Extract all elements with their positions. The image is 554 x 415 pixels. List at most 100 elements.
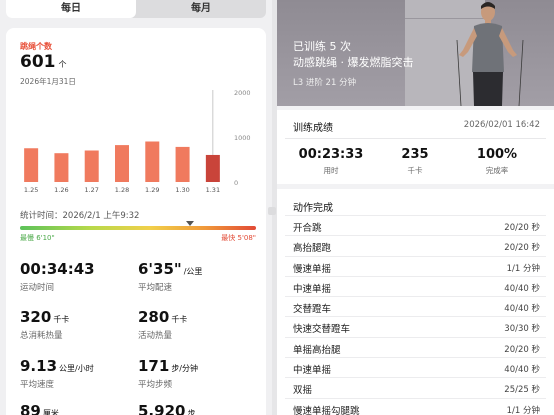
list-item: 中速单摇 40/40 秒 [285,357,546,377]
stats-card: 跳绳个数 601 个 2026年1月31日 2000 1000 0 1.25 1.26 1.… [6,28,266,415]
course-hero-banner[interactable]: 已训练 5 次 动感跳绳 · 爆发燃脂突击 L3 进阶 21 分钟 [277,0,554,106]
x-tick-label: 1.29 [145,186,159,194]
result-datetime: 2026/02/01 16:42 [463,120,540,130]
result-value: 00:23:33 [298,147,364,162]
action-count: 20/20 秒 [504,223,540,233]
x-tick-label: 1.31 [206,186,220,194]
metric-label: 平均配速 [138,283,173,293]
list-item: 中速单摇 40/40 秒 [285,275,546,296]
training-count: 已训练 5 次 [293,40,351,53]
metric-active-calories: 280 千卡 活动热量 [138,308,258,341]
action-count: 40/40 秒 [504,365,540,376]
metric-avg-speed: 9.13 公里/小时 平均速度 [20,357,140,390]
chart-bar-1.27[interactable] [84,150,99,183]
course-meta: L3 进阶 21 分钟 [293,78,357,88]
metric-total-calories: 320 千卡 总消耗热量 [20,308,140,341]
result-value: 100% [476,147,518,162]
action-count: 40/40 秒 [504,304,540,315]
metric-value: 5,920 [138,402,186,415]
result-label: 千卡 [407,166,423,175]
gauge-fastest-label: 最快 5'08" [221,234,256,242]
result-label: 完成率 [485,166,509,175]
action-name: 慢速单摇勾腿跳 [293,405,360,415]
list-item: 开合跳 20/20 秒 [285,215,546,235]
metric-unit: 厘米 [42,409,59,415]
action-name: 快速交替蹬车 [293,324,351,336]
metric-value: 280 [138,308,170,326]
metric-value: 6'35" [138,260,182,278]
chart-bar-1.26[interactable] [54,153,69,182]
action-completion-card: 动作完成 开合跳 20/20 秒 高抬腿跑 20/20 秒 慢速单摇 1/1 分钟 中… [277,189,554,415]
metric-unit: /公里 [183,267,203,276]
action-name: 交替蹬车 [293,304,332,316]
action-name: 中速单摇 [293,365,332,377]
metric-value: 89 [20,402,41,415]
action-name: 中速单摇 [293,283,332,295]
y-tick-label: 0 [234,179,238,187]
action-name: 双摇 [293,385,313,397]
result-completion: 100% 完成率 [457,147,537,176]
action-name: 慢速单摇 [293,263,332,275]
action-count: 20/20 秒 [504,243,540,254]
training-result-card: 训练成绩 2026/02/01 16:42 00:23:33 用时 235 千卡… [277,110,554,184]
chart-bar-1.30[interactable] [175,146,190,182]
metric-unit: 千卡 [53,315,70,324]
jump-count-value: 601 [20,52,56,72]
metric-value: 00:34:43 [20,260,95,278]
scroll-handle[interactable] [268,207,276,215]
section-title: 跳绳个数 [20,42,52,51]
chart-bar-1.31[interactable] [205,154,220,182]
action-name: 单摇高抬腿 [293,344,341,356]
action-count: 1/1 分钟 [506,405,540,415]
list-item: 快速交替蹬车 30/30 秒 [285,316,546,336]
chart-bar-1.29[interactable] [145,141,160,183]
chart-bar-1.28[interactable] [115,145,129,182]
y-tick-label: 2000 [234,89,251,97]
action-count: 1/1 分钟 [506,263,540,274]
result-calories: 235 千卡 [375,147,455,176]
jump-count: 601 个 [20,52,67,72]
metric-label: 活动热量 [138,331,173,341]
list-item: 慢速单摇 1/1 分钟 [285,255,546,276]
x-tick-label: 1.30 [175,186,189,194]
x-tick-label: 1.25 [24,186,38,194]
list-item: 交替蹬车 40/40 秒 [285,296,546,316]
chart-bar-1.25[interactable] [24,148,39,182]
result-label: 用时 [323,166,339,175]
stat-time: 统计时间：2026/2/1 上午9:32 [20,211,140,221]
gauge-slowest-label: 最慢 6'10" [20,234,55,242]
metric-steps: 5,920 步 [138,402,258,415]
list-item: 单摇高抬腿 20/20 秒 [285,336,546,357]
metric-unit: 公里/小时 [59,364,94,373]
metric-label: 平均速度 [20,380,55,390]
pace-gauge [20,226,256,230]
metric-value: 9.13 [20,357,58,375]
metric-avg-cadence: 171 步/分钟 平均步频 [138,357,258,390]
tab-daily[interactable]: 每日 [6,0,136,18]
metric-pace: 6'35"/公里 平均配速 [138,260,258,293]
list-item: 双摇 25/25 秒 [285,377,546,397]
metric-unit: 千卡 [171,315,188,324]
metric-label: 运动时间 [20,283,55,293]
action-count: 40/40 秒 [504,283,540,294]
tab-monthly[interactable]: 每月 [136,0,266,18]
x-tick-label: 1.28 [115,186,129,194]
action-name: 高抬腿跑 [293,243,332,255]
metric-unit: 步 [187,409,196,415]
y-tick-label: 1000 [234,134,251,142]
list-item: 慢速单摇勾腿跳 1/1 分钟 [285,397,546,415]
action-count: 25/25 秒 [504,385,540,396]
daily-bar-chart: 2000 1000 0 1.25 1.26 1.27 1.28 1.29 1.30 1.31 [6,84,266,194]
pace-gauge-marker [185,221,194,226]
bar-chart-svg: 2000 1000 0 1.25 1.26 1.27 1.28 1.29 1.30 1.31 [24,89,251,194]
action-count: 30/30 秒 [504,324,540,335]
action-name: 开合跳 [293,223,322,234]
metric-value: 171 [138,357,170,375]
x-tick-label: 1.26 [54,186,68,194]
period-tabs: 每日 每月 [6,0,266,18]
metric-stride: 89 厘米 [20,402,140,415]
daily-stats-panel: 每日 每月 跳绳个数 601 个 2026年1月31日 2000 1000 0 1.25… [0,0,272,415]
result-title: 训练成绩 [293,123,333,134]
x-tick-label: 1.27 [84,186,98,194]
trainer-illustration [456,2,524,106]
